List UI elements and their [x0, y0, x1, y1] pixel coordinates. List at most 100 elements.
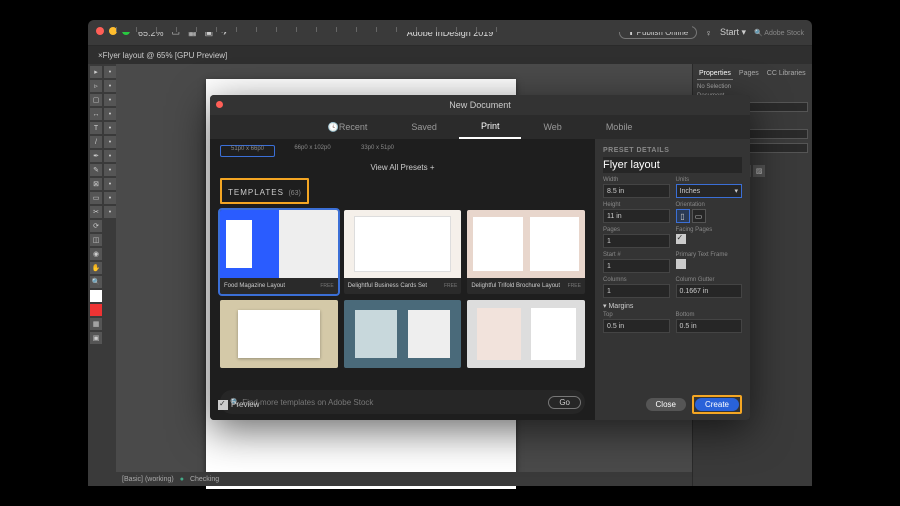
template-card[interactable] — [220, 300, 338, 368]
width-label: Width — [603, 177, 670, 183]
gutter-input[interactable]: 0.1667 in — [676, 284, 743, 298]
screen-mode[interactable]: ▣ — [90, 332, 102, 344]
selection-tool[interactable]: ▸ — [90, 66, 102, 78]
start-input[interactable]: 1 — [603, 259, 670, 273]
template-price: FREE — [444, 283, 457, 289]
template-thumbnail — [467, 300, 585, 368]
ptf-label: Primary Text Frame — [676, 252, 743, 258]
tab-pages[interactable]: Pages — [737, 68, 761, 80]
rect-tool[interactable]: ▭ — [90, 192, 102, 204]
transform-tool[interactable]: ⟳ — [90, 220, 102, 232]
template-thumbnail — [344, 300, 462, 368]
tab-cclibraries[interactable]: CC Libraries — [765, 68, 808, 80]
view-all-presets-button[interactable]: View All Presets + — [220, 163, 585, 172]
template-card[interactable]: Food Magazine LayoutFREE — [220, 210, 338, 294]
primary-text-frame-checkbox[interactable] — [676, 259, 686, 269]
template-card[interactable]: Delightful Trifold Brochure Layout FREE — [467, 210, 585, 294]
template-card[interactable] — [344, 300, 462, 368]
close-button[interactable]: Close — [646, 398, 686, 411]
ruler-horizontal — [116, 20, 692, 32]
zoom-tool[interactable]: 🔍 — [90, 276, 102, 288]
preset-option[interactable]: 66p0 x 102p0 — [285, 145, 340, 157]
gradient-tool[interactable]: ◫ — [90, 234, 102, 246]
bottom-label: Bottom — [676, 312, 743, 318]
status-bar: [Basic] (working) ● Checking — [116, 472, 692, 486]
align-icon[interactable]: ▨ — [753, 165, 765, 177]
workspace-switcher[interactable]: Start ▾ — [720, 27, 746, 38]
facing-pages-checkbox[interactable] — [676, 234, 686, 244]
line-tool[interactable]: / — [90, 136, 102, 148]
tab-print[interactable]: Print — [459, 115, 522, 139]
tool-icon[interactable]: • — [104, 66, 116, 78]
tab-recent[interactable]: 🕓 Recent — [306, 115, 390, 139]
type-tool[interactable]: T — [90, 122, 102, 134]
new-document-dialog: New Document 🕓 Recent Saved Print Web Mo… — [210, 95, 750, 420]
template-card[interactable] — [467, 300, 585, 368]
height-input[interactable]: 11 in — [603, 209, 670, 223]
status-checking[interactable]: Checking — [190, 476, 219, 483]
close-window-icon[interactable] — [96, 27, 104, 35]
tool-icon[interactable]: • — [104, 108, 116, 120]
pen-tool[interactable]: ✒ — [90, 150, 102, 162]
template-card[interactable]: Delightful Business Cards Set FREE — [344, 210, 462, 294]
help-icon[interactable]: ♀ — [705, 28, 712, 38]
close-dialog-icon[interactable] — [216, 101, 223, 108]
preset-option[interactable]: 33p0 x 51p0 — [350, 145, 405, 157]
tool-palette-left: ▸ ▹ ▢ ↔ T / ✒ ✎ ⊠ ▭ ✂ ⟳ ◫ ◉ ✋ 🔍 ▦ ▣ — [88, 64, 102, 486]
columns-input[interactable]: 1 — [603, 284, 670, 298]
top-label: Top — [603, 312, 670, 318]
document-tab[interactable]: × Flyer layout @ 65% [GPU Preview] — [88, 46, 812, 64]
start-label: Start # — [603, 252, 670, 258]
margin-bottom-input[interactable]: 0.5 in — [676, 319, 743, 333]
tool-icon[interactable]: • — [104, 192, 116, 204]
margin-top-input[interactable]: 0.5 in — [603, 319, 670, 333]
template-title: Delightful Business Cards Set — [348, 283, 427, 289]
tab-web[interactable]: Web — [521, 115, 583, 139]
margins-section[interactable]: ▾ Margins — [603, 302, 742, 310]
tool-icon[interactable]: • — [104, 164, 116, 176]
tool-icon[interactable]: • — [104, 94, 116, 106]
rect-frame-tool[interactable]: ⊠ — [90, 178, 102, 190]
tool-icon[interactable]: • — [104, 178, 116, 190]
page-tool[interactable]: ▢ — [90, 94, 102, 106]
tab-saved[interactable]: Saved — [389, 115, 459, 139]
tab-properties[interactable]: Properties — [697, 68, 733, 80]
status-basic[interactable]: [Basic] (working) — [122, 476, 174, 483]
tool-icon[interactable]: • — [104, 150, 116, 162]
intent-tabs: 🕓 Recent Saved Print Web Mobile — [210, 115, 750, 139]
width-input[interactable]: 8.5 in — [603, 184, 670, 198]
hand-tool[interactable]: ✋ — [90, 262, 102, 274]
tool-icon[interactable]: • — [104, 136, 116, 148]
pages-input[interactable]: 1 — [603, 234, 670, 248]
tab-mobile[interactable]: Mobile — [584, 115, 655, 139]
fill-swatch[interactable] — [90, 290, 102, 302]
stroke-swatch[interactable] — [90, 304, 102, 316]
facing-pages-label: Facing Pages — [676, 227, 743, 233]
orientation-portrait-button[interactable]: ▯ — [676, 209, 690, 223]
templates-heading: TEMPLATES (63) — [220, 178, 309, 204]
selection-label: No Selection — [697, 84, 808, 90]
search-stock-input[interactable]: 🔍 Adobe Stock — [754, 29, 804, 37]
eyedropper-tool[interactable]: ◉ — [90, 248, 102, 260]
preset-option[interactable]: 51p0 x 66p0 — [220, 145, 275, 157]
pages-label: Pages — [603, 227, 670, 233]
tool-icon[interactable]: • — [104, 206, 116, 218]
columns-label: Columns — [603, 277, 670, 283]
units-dropdown[interactable]: Inches▾ — [676, 184, 743, 198]
create-button[interactable]: Create — [695, 398, 739, 411]
direct-select-tool[interactable]: ▹ — [90, 80, 102, 92]
template-thumbnail — [220, 300, 338, 368]
document-name-input[interactable] — [603, 157, 742, 173]
scissors-tool[interactable]: ✂ — [90, 206, 102, 218]
tool-icon[interactable]: • — [104, 122, 116, 134]
tool-icon[interactable]: • — [104, 80, 116, 92]
template-price: FREE — [568, 283, 581, 289]
apply-color[interactable]: ▦ — [90, 318, 102, 330]
template-title: Delightful Trifold Brochure Layout — [471, 283, 560, 289]
pencil-tool[interactable]: ✎ — [90, 164, 102, 176]
preset-details-pane: PRESET DETAILS Width8.5 in UnitsInches▾ … — [595, 139, 750, 420]
orientation-landscape-button[interactable]: ▭ — [692, 209, 706, 223]
gap-tool[interactable]: ↔ — [90, 108, 102, 120]
units-label: Units — [676, 177, 743, 183]
template-thumbnail — [467, 210, 585, 278]
